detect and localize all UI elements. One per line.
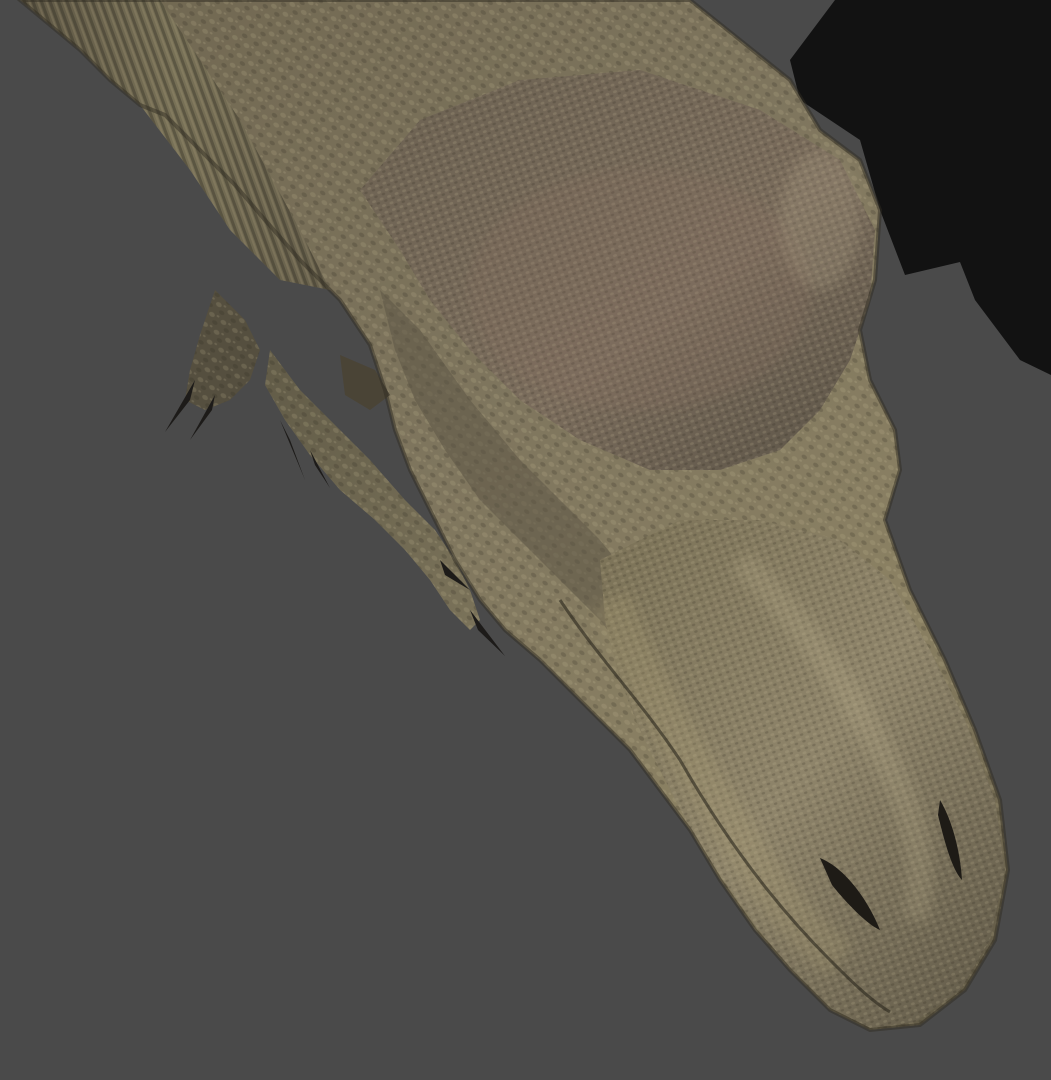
3d-viewport[interactable] <box>0 0 1051 1080</box>
render-canvas <box>0 0 1051 1080</box>
